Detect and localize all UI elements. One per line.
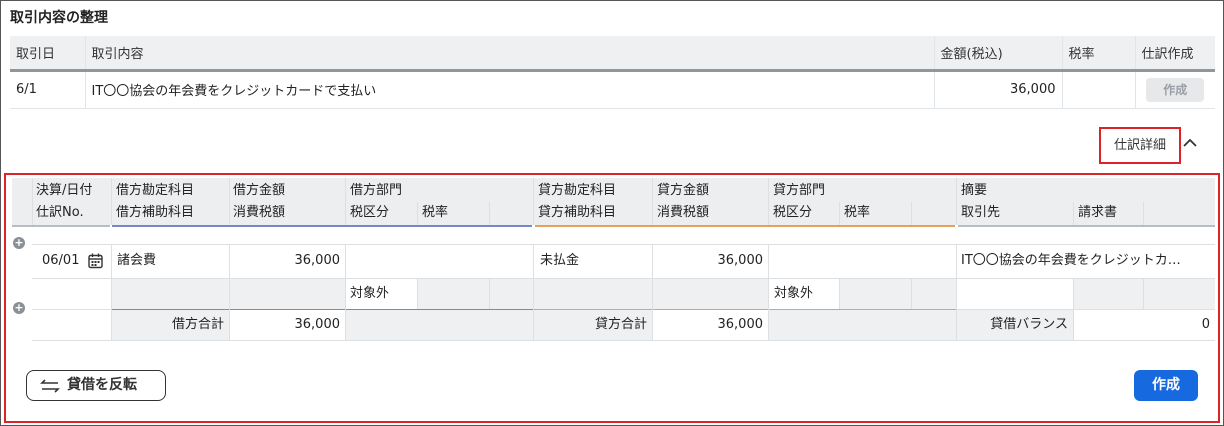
transaction-journal-cell: 作成 (1135, 70, 1215, 109)
debit-account-field[interactable]: 諸会費 (117, 250, 156, 272)
divider (229, 178, 230, 225)
header-credit-tax-rate: 税率 (844, 205, 871, 220)
memo-field[interactable]: IT〇〇協会の年会費をクレジットカ… (961, 250, 1211, 272)
header-debit-amount: 借方金額 (233, 183, 286, 198)
divider (489, 202, 490, 225)
transaction-content: IT〇〇協会の年会費をクレジットカードで支払い (85, 70, 935, 109)
empty-cell (653, 279, 768, 309)
calendar-icon[interactable] (88, 253, 103, 269)
divider (1073, 202, 1074, 225)
header-date: 決算/日付 (36, 183, 93, 198)
row-divider (32, 340, 1215, 341)
header-debit-tax-rate: 税率 (422, 205, 449, 220)
transaction-amount: 36,000 (934, 70, 1063, 109)
divider (956, 178, 957, 225)
debit-total-label: 借方合計 (171, 317, 224, 332)
col-header-tax-rate: 税率 (1062, 36, 1136, 72)
header-debit-account: 借方勘定科目 (116, 183, 195, 198)
empty-cell (230, 279, 345, 309)
create-journal-button[interactable]: 作成 (1134, 370, 1198, 401)
divider (839, 202, 840, 225)
header-underline (958, 225, 1215, 227)
create-journal-button-disabled[interactable]: 作成 (1146, 77, 1205, 102)
divider (768, 244, 769, 340)
header-debit-sub: 借方補助科目 (116, 205, 195, 220)
divider (111, 178, 112, 225)
journal-detail-toggle[interactable]: 仕訳詳細 (1099, 127, 1181, 164)
divider (32, 178, 33, 225)
col-header-date: 取引日 (10, 36, 86, 72)
divider (489, 278, 490, 309)
transactions-header-row: 取引日 取引内容 金額(税込) 税率 仕訳作成 (10, 36, 1215, 72)
credit-account-field[interactable]: 未払金 (540, 250, 579, 272)
header-invoice: 請求書 (1078, 205, 1118, 220)
header-debit-tax: 消費税額 (233, 205, 286, 220)
credit-total-topline (534, 309, 956, 310)
entry-date-field[interactable]: 06/01 (42, 250, 79, 272)
header-credit-dept: 貸方部門 (773, 183, 826, 198)
totals-cell (769, 310, 956, 340)
empty-cell (534, 279, 652, 309)
empty-cell (840, 279, 911, 309)
col-header-journal: 仕訳作成 (1135, 36, 1215, 72)
divider (1143, 202, 1144, 225)
header-credit-sub: 貸方補助科目 (538, 205, 617, 220)
header-memo: 摘要 (961, 183, 988, 198)
credit-tax-class-field[interactable]: 対象外 (774, 283, 813, 305)
header-debit-tax-class: 税区分 (350, 205, 390, 220)
row-divider (32, 244, 1215, 245)
transactions-table: 取引日 取引内容 金額(税込) 税率 仕訳作成 6/1 IT〇〇協会の年会費をク… (10, 36, 1215, 109)
divider (533, 178, 534, 225)
divider (911, 278, 912, 309)
empty-cell (112, 279, 229, 309)
header-credit-amount: 貸方金額 (657, 183, 710, 198)
empty-cell (1144, 279, 1215, 309)
credit-total-label: 貸方合計 (594, 317, 647, 332)
divider (417, 202, 418, 225)
header-credit-tax-class: 税区分 (773, 205, 813, 220)
credit-amount-field[interactable]: 36,000 (653, 250, 764, 272)
transaction-date: 6/1 (10, 70, 86, 109)
divider (345, 178, 346, 225)
col-header-amount: 金額(税込) (934, 36, 1063, 72)
debit-underline (112, 225, 532, 227)
add-row-below-icon[interactable]: + (13, 302, 25, 314)
credit-total-value: 36,000 (717, 317, 764, 332)
header-partner: 取引先 (961, 205, 1001, 220)
empty-cell (418, 279, 489, 309)
empty-cell (1074, 279, 1143, 309)
empty-cell (490, 279, 533, 309)
col-header-content: 取引内容 (85, 36, 935, 72)
header-debit-dept: 借方部門 (350, 183, 403, 198)
balance-label: 貸借バランス (990, 317, 1068, 332)
divider (839, 278, 840, 309)
swap-arrows-icon (40, 379, 60, 393)
debit-amount-field[interactable]: 36,000 (230, 250, 341, 272)
header-credit-account: 貸方勘定科目 (538, 183, 617, 198)
credit-underline (535, 225, 955, 227)
header-credit-tax: 消費税額 (657, 205, 710, 220)
section-title: 取引内容の整理 (10, 10, 108, 26)
divider (768, 178, 769, 225)
totals-cell (346, 310, 533, 340)
balance-value: 0 (1201, 317, 1210, 332)
add-row-above-icon[interactable]: + (13, 237, 25, 249)
debit-total-topline (112, 309, 533, 310)
divider (345, 244, 346, 340)
header-entry-no: 仕訳No. (36, 205, 84, 220)
empty-cell (912, 279, 956, 309)
divider (1143, 278, 1144, 309)
transaction-tax-rate (1062, 70, 1136, 109)
divider (417, 278, 418, 309)
chevron-up-icon[interactable] (1181, 134, 1199, 152)
header-underline (12, 225, 110, 227)
debit-tax-class-field[interactable]: 対象外 (350, 283, 389, 305)
table-row[interactable]: 6/1 IT〇〇協会の年会費をクレジットカードで支払い 36,000 作成 (10, 70, 1215, 109)
debit-total-value: 36,000 (294, 317, 341, 332)
divider (911, 202, 912, 225)
divider (652, 178, 653, 225)
